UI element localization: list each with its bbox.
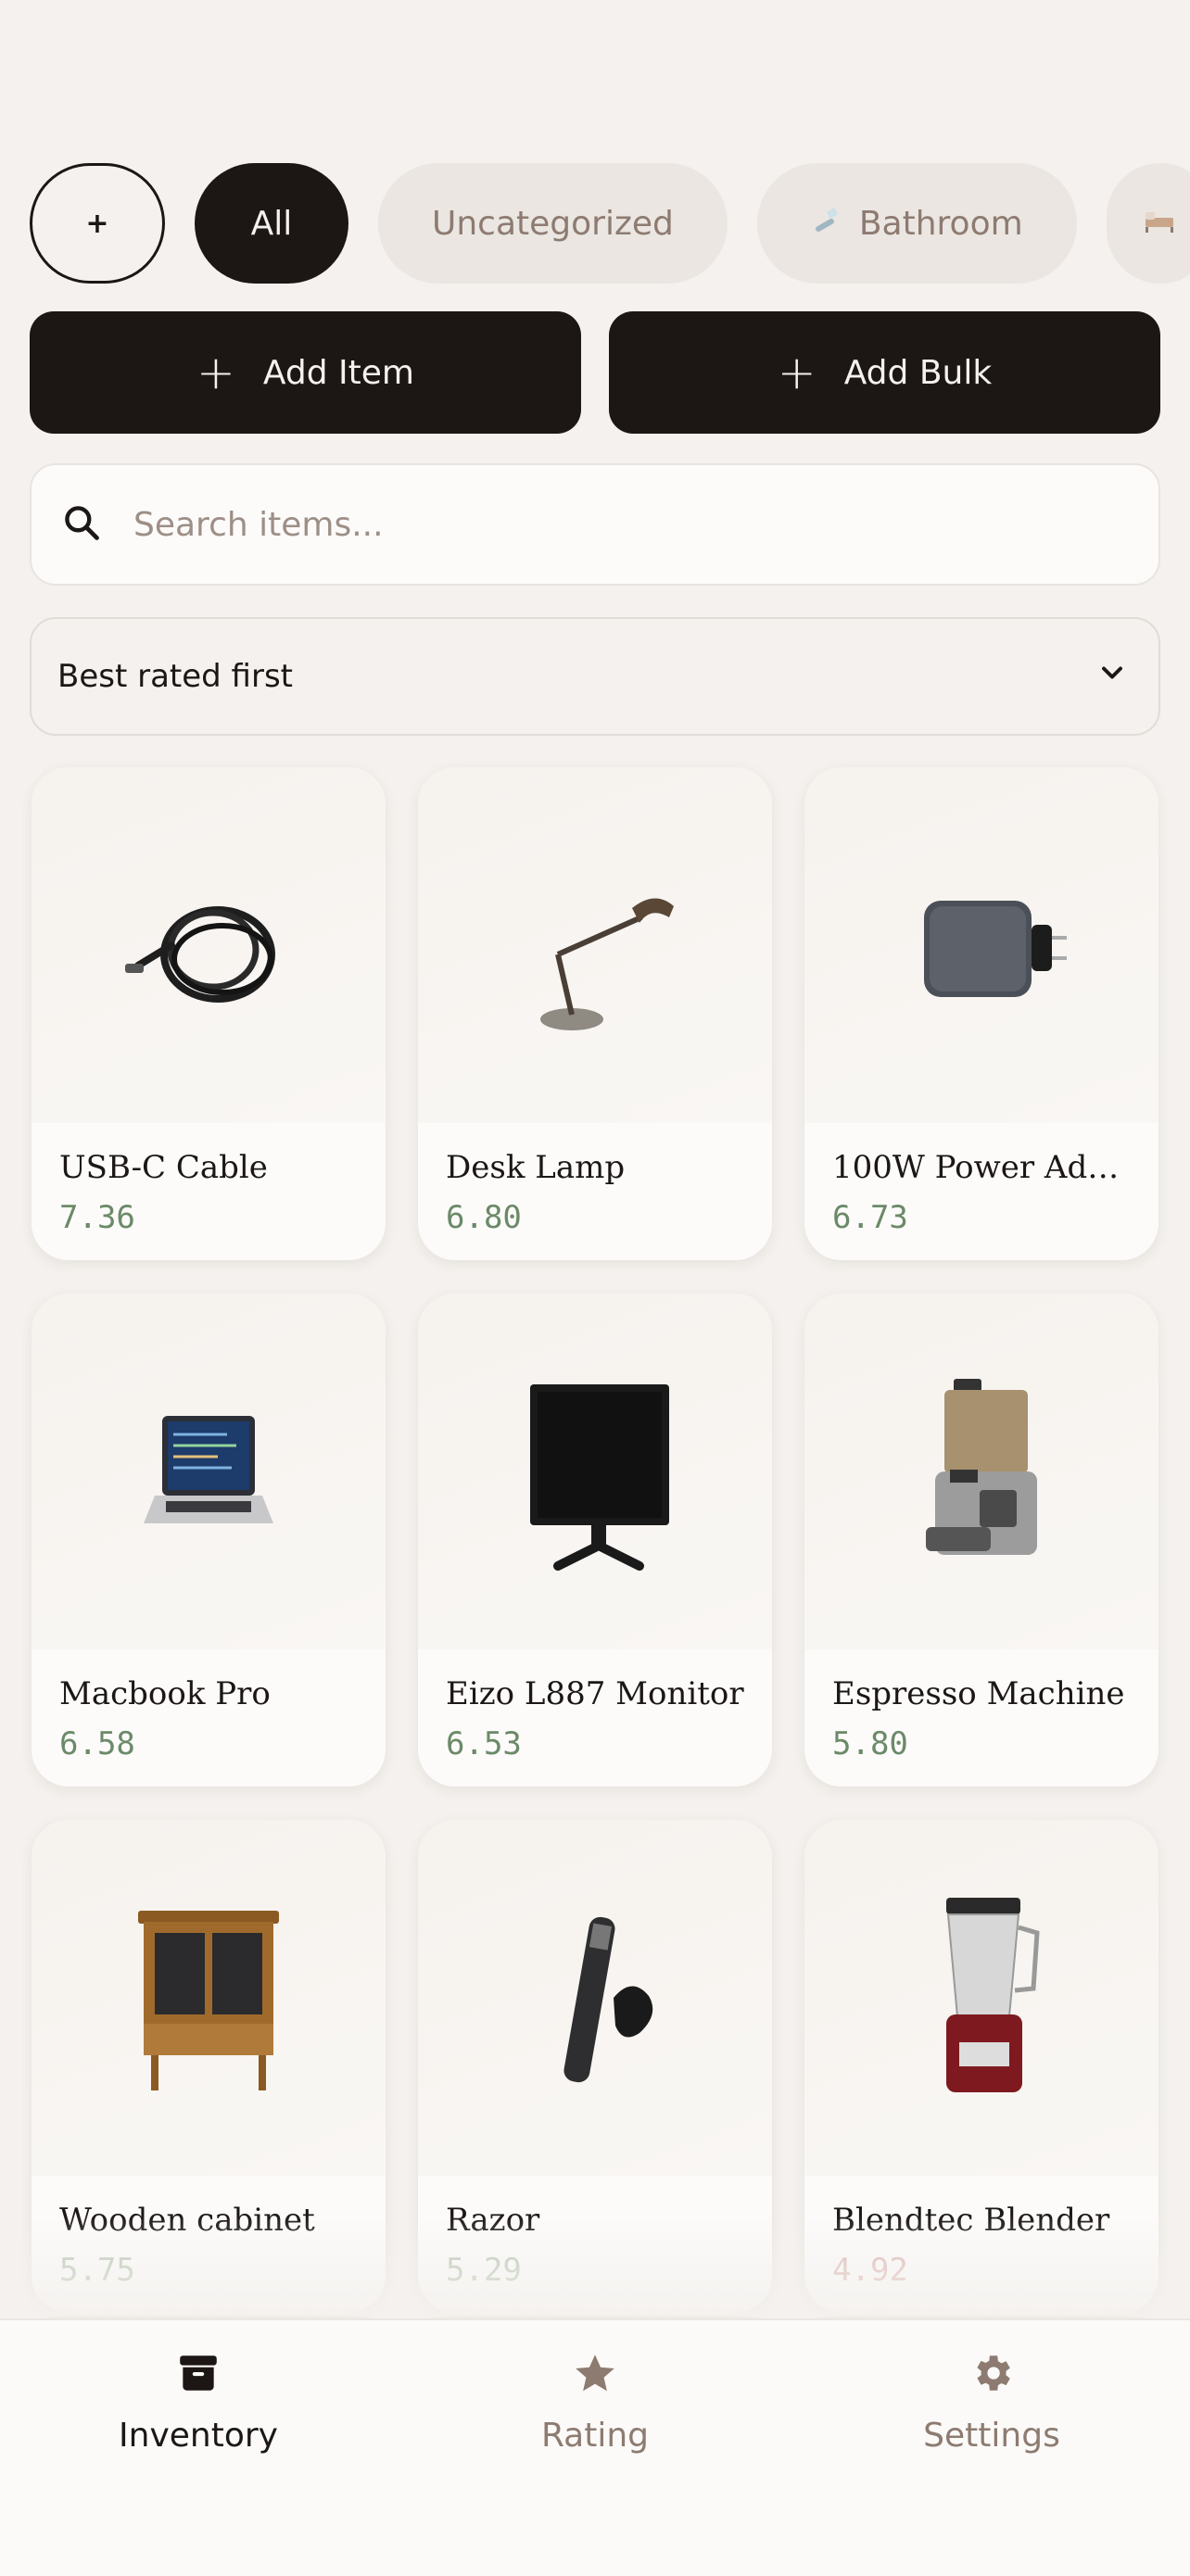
item-name: USB-C Cable [59, 1149, 268, 1186]
item-score: 5.75 [59, 2252, 135, 2289]
add-bulk-label: Add Bulk [843, 353, 993, 392]
item-name: Blendtec Blender [832, 2202, 1110, 2239]
item-name: Macbook Pro [59, 1675, 271, 1712]
category-chip-bathroom[interactable]: Bathroom [756, 163, 1077, 284]
archive-box-icon [175, 2350, 222, 2400]
add-item-button[interactable]: + Add Item [30, 311, 581, 434]
item-image [32, 767, 386, 1123]
action-buttons: + Add Item + Add Bulk [30, 311, 1160, 434]
blender-icon [946, 1898, 1040, 2092]
category-chip-label: Bathroom [858, 204, 1023, 243]
category-chip-all[interactable]: All [195, 163, 348, 284]
search-bar [30, 463, 1160, 586]
item-image [804, 767, 1158, 1123]
item-card[interactable]: Eizo L887 Monitor 6.53 [418, 1294, 772, 1787]
item-name: 100W Power Ada... [832, 1149, 1131, 1186]
items-grid: USB-C Cable 7.36 Desk Lamp 6.80 100W Pow… [32, 767, 1158, 2313]
sort-select[interactable]: Best rated first [30, 617, 1160, 736]
search-icon [61, 502, 132, 547]
nav-inventory[interactable]: Inventory [0, 2320, 397, 2576]
nav-inventory-label: Inventory [119, 2417, 278, 2455]
nav-rating-label: Rating [540, 2417, 650, 2455]
item-card[interactable]: Desk Lamp 6.80 [418, 767, 772, 1260]
plus-icon: + [777, 346, 817, 399]
item-score: 5.80 [832, 1725, 908, 1762]
power-adapter-icon [924, 901, 1067, 997]
category-chip-more[interactable] [1106, 163, 1190, 284]
item-card[interactable]: 100W Power Ada... 6.73 [804, 767, 1158, 1260]
item-name: Razor [446, 2202, 540, 2239]
nav-rating[interactable]: Rating [397, 2320, 793, 2576]
bottom-navigation: Inventory Rating Settings [0, 2318, 1190, 2576]
cable-icon [125, 906, 275, 1003]
item-score: 7.36 [59, 1199, 135, 1236]
category-chip-uncategorized[interactable]: Uncategorized [378, 163, 728, 284]
laptop-icon [144, 1416, 273, 1523]
item-card[interactable]: Wooden cabinet 5.75 [32, 1820, 386, 2313]
espresso-machine-icon [926, 1379, 1037, 1555]
item-card[interactable]: Razor 5.29 [418, 1820, 772, 2313]
item-score: 6.73 [832, 1199, 908, 1236]
item-image [804, 1294, 1158, 1649]
item-image [804, 1820, 1158, 2176]
item-score: 4.92 [832, 2252, 908, 2289]
item-image [418, 1820, 772, 2176]
item-name: Desk Lamp [446, 1149, 626, 1186]
item-image [32, 1820, 386, 2176]
lamp-icon [540, 898, 674, 1030]
category-filter-bar: + All Uncategorized Bathroom [30, 163, 1190, 284]
item-image [418, 767, 772, 1123]
item-name: Wooden cabinet [59, 2202, 315, 2239]
item-image [418, 1294, 772, 1649]
item-score: 6.80 [446, 1199, 522, 1236]
toothbrush-icon [811, 204, 842, 243]
search-input[interactable] [132, 504, 1158, 545]
item-card[interactable]: Espresso Machine 5.80 [804, 1294, 1158, 1787]
item-score: 6.58 [59, 1725, 135, 1762]
star-icon [572, 2350, 618, 2400]
gear-icon [968, 2350, 1015, 2400]
item-card[interactable]: USB-C Cable 7.36 [32, 767, 386, 1260]
item-image [32, 1294, 386, 1649]
item-name: Espresso Machine [832, 1675, 1125, 1712]
cabinet-icon [138, 1911, 279, 2090]
razor-icon [563, 1916, 653, 2083]
item-card[interactable]: Macbook Pro 6.58 [32, 1294, 386, 1787]
chevron-down-icon [1095, 656, 1129, 698]
item-score: 5.29 [446, 2252, 522, 2289]
item-card[interactable]: Blendtec Blender 4.92 [804, 1820, 1158, 2313]
nav-settings[interactable]: Settings [793, 2320, 1190, 2576]
nav-settings-label: Settings [923, 2417, 1060, 2455]
bed-icon [1144, 205, 1177, 243]
item-score: 6.53 [446, 1725, 522, 1762]
status-bar-area [0, 0, 1190, 130]
add-item-label: Add Item [262, 353, 414, 392]
plus-icon: + [196, 346, 235, 399]
add-category-button[interactable]: + [30, 163, 165, 284]
monitor-icon [530, 1384, 669, 1571]
item-name: Eizo L887 Monitor [446, 1675, 744, 1712]
sort-selected-value: Best rated first [57, 658, 293, 695]
add-bulk-button[interactable]: + Add Bulk [609, 311, 1160, 434]
